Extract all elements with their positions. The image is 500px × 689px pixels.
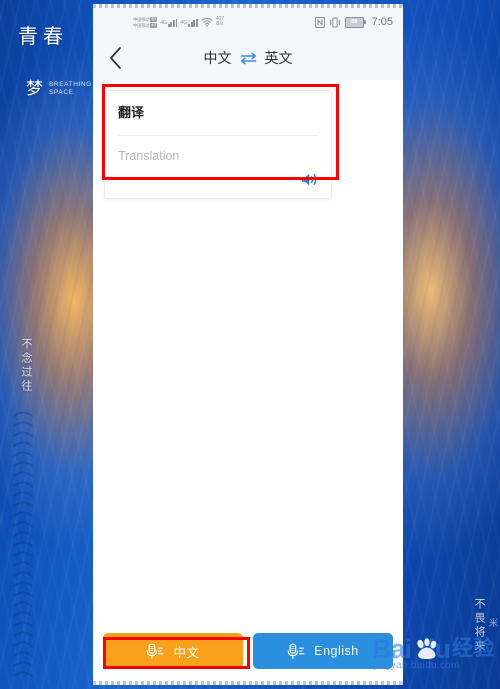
status-bar-clock: 7:05 xyxy=(371,16,393,28)
wallpaper-english-line1: BREATHING xyxy=(49,81,92,88)
battery-tip xyxy=(364,20,366,24)
sim-carrier-stack: 中国移动 4G 中国移动 4G xyxy=(133,16,158,28)
wallpaper-subtitle-group: 梦 BREATHING SPACE xyxy=(26,74,92,99)
back-button[interactable] xyxy=(93,36,137,80)
wallpaper-vertical-text-right: 不畏将来 xyxy=(473,598,485,654)
english-mic-button[interactable]: English xyxy=(253,633,393,669)
sim1-network-badge: 4G xyxy=(150,16,158,22)
main-content: 翻译 Translation 中文 English xyxy=(93,80,403,681)
battery-icon: 88 xyxy=(344,16,366,28)
source-text: 翻译 xyxy=(118,105,145,120)
wallpaper-vertical-text-left: 不念过往 xyxy=(20,338,32,394)
wallpaper-title: 青春 xyxy=(18,26,68,48)
chinese-mic-button[interactable]: 中文 xyxy=(103,633,243,669)
signal2-network-tag: 4G xyxy=(180,19,188,26)
wifi-icon xyxy=(201,17,213,27)
status-bar-right-group: 88 7:05 xyxy=(314,16,393,28)
speaker-icon[interactable] xyxy=(301,172,318,187)
chevron-left-icon xyxy=(109,47,122,69)
data-rate-unit: B/s xyxy=(216,21,224,27)
battery-body: 88 xyxy=(344,16,364,28)
signal-group-1: 4G xyxy=(160,18,178,27)
wallpaper-english-line2: SPACE xyxy=(49,89,74,96)
card-divider xyxy=(118,135,318,136)
swap-arrows-icon[interactable] xyxy=(240,52,257,65)
sim-row-1: 中国移动 4G xyxy=(133,16,158,22)
card-actions xyxy=(118,170,318,188)
screenshot-border-bottom xyxy=(93,681,403,685)
wallpaper-dream-char: 梦 xyxy=(26,79,43,98)
phone-screenshot: 中国移动 4G 中国移动 4G 4G 4G 407 B/s 88 7:05 中文… xyxy=(93,4,403,685)
language-pair-title: 中文 英文 xyxy=(93,48,403,68)
wallpaper-english-caption: BREATHING SPACE xyxy=(49,81,92,99)
nfc-icon xyxy=(314,16,325,28)
target-language-label[interactable]: 英文 xyxy=(265,48,293,68)
battery-level-text: 88 xyxy=(351,19,358,25)
sim-row-2: 中国移动 4G xyxy=(133,22,158,28)
bottom-action-bar: 中文 English xyxy=(93,633,403,669)
sim1-carrier-label: 中国移动 xyxy=(133,16,150,22)
english-mic-label: English xyxy=(314,644,359,658)
status-bar-left-group: 中国移动 4G 中国移动 4G 4G 4G 407 B/s xyxy=(133,16,224,28)
signal1-network-tag: 4G xyxy=(160,19,167,26)
microphone-icon xyxy=(146,643,164,660)
vibrate-icon xyxy=(329,17,341,28)
signal-bars-1-icon xyxy=(167,18,178,27)
sim2-network-badge: 4G xyxy=(150,22,158,28)
chinese-mic-label: 中文 xyxy=(173,645,200,660)
sim2-carrier-label: 中国移动 xyxy=(133,22,150,28)
app-header: 中文 英文 xyxy=(93,36,403,80)
signal-bars-2-icon xyxy=(188,18,198,27)
screenshot-canvas: 青春 梦 BREATHING SPACE 不念过往 不畏将来 米 中国移动 4G… xyxy=(0,0,500,689)
source-language-label[interactable]: 中文 xyxy=(204,48,232,68)
translation-card[interactable]: 翻译 Translation xyxy=(104,90,332,199)
wallpaper-stray-char: 米 xyxy=(488,618,498,628)
data-rate-indicator: 407 B/s xyxy=(216,16,224,28)
signal-group-2: 4G xyxy=(180,18,198,27)
microphone-icon xyxy=(287,643,305,660)
translation-placeholder: Translation xyxy=(118,149,180,163)
status-bar: 中国移动 4G 中国移动 4G 4G 4G 407 B/s 88 7:05 xyxy=(93,8,403,36)
wallpaper-wave-decoration xyxy=(12,408,34,680)
